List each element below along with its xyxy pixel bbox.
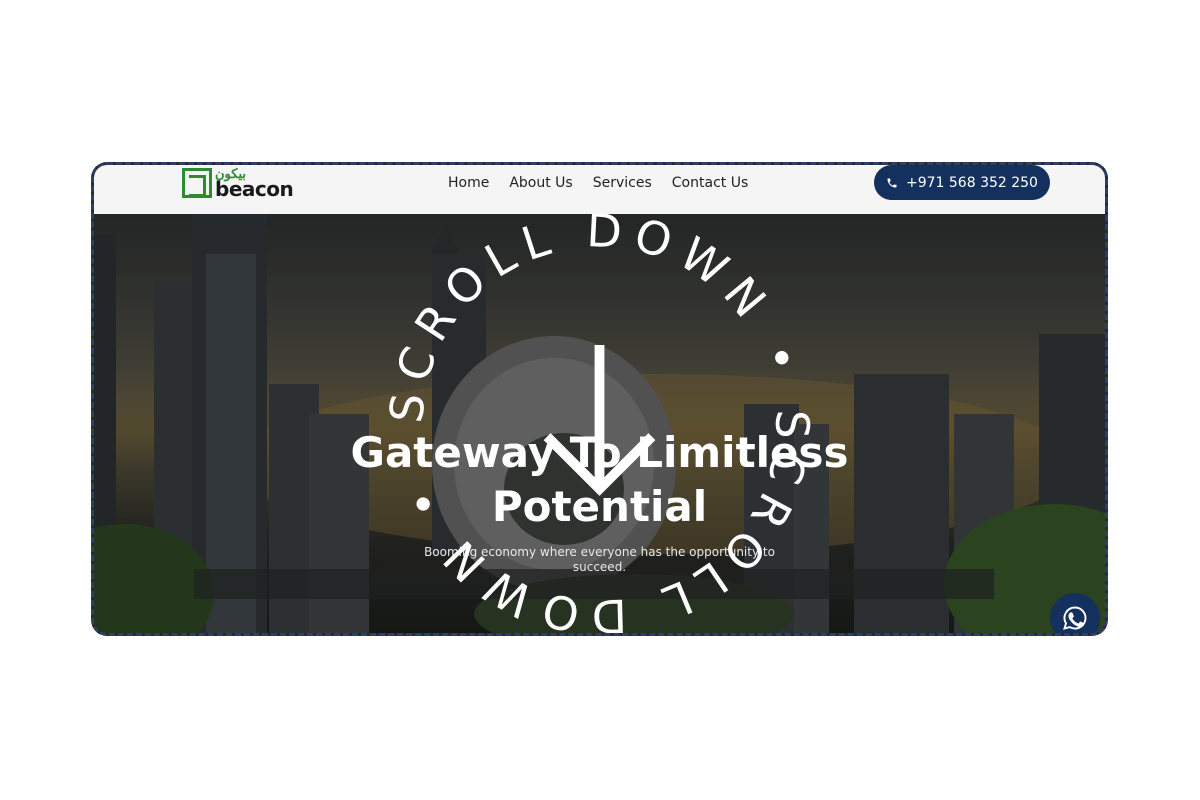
hero-section: Gateway To Limitless Potential Booming e…: [94, 214, 1105, 633]
whatsapp-button[interactable]: [1050, 593, 1100, 633]
beacon-logo[interactable]: بيكون beacon: [182, 167, 294, 201]
whatsapp-icon: [1063, 606, 1087, 630]
nav-services[interactable]: Services: [593, 175, 652, 191]
logo-text: beacon: [215, 177, 294, 201]
phone-button[interactable]: +971 568 352 250: [874, 165, 1050, 200]
nav-home[interactable]: Home: [448, 175, 489, 191]
nav-contact-us[interactable]: Contact Us: [672, 175, 748, 191]
phone-number: +971 568 352 250: [906, 174, 1038, 191]
top-navbar: بيكون beacon Home About Us Services Cont…: [94, 165, 1105, 214]
nav-about-us[interactable]: About Us: [509, 175, 572, 191]
browser-frame: Gateway To Limitless Potential Booming e…: [91, 162, 1108, 636]
arrow-down-icon: [543, 344, 656, 496]
phone-icon: [887, 178, 897, 187]
scroll-down-button[interactable]: SCROLL DOWN • SCROLL DOWN •: [94, 214, 1105, 633]
logo-mark-icon: [182, 168, 212, 198]
main-nav: Home About Us Services Contact Us: [448, 175, 748, 191]
